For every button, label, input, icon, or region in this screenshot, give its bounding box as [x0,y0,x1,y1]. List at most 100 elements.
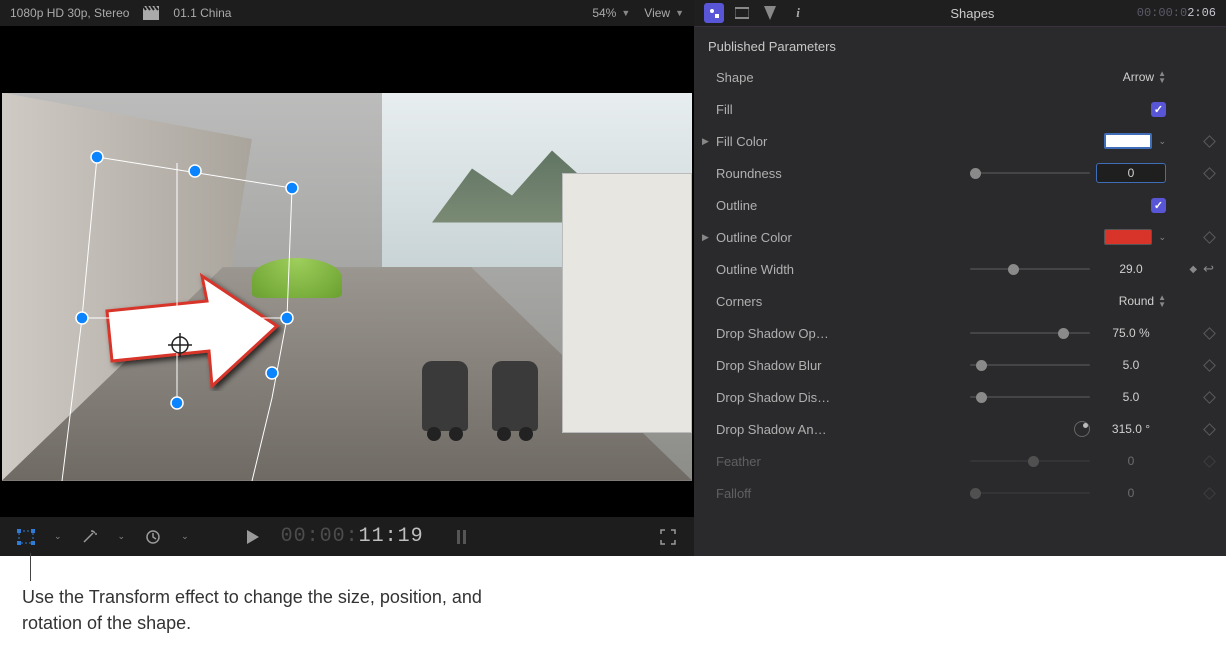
param-label: Roundness [716,166,856,181]
param-fill: Fill ✓ [694,93,1226,125]
param-shape: Shape Arrow▲▼ [694,61,1226,93]
section-published-parameters: Published Parameters [694,31,1226,61]
reset-button[interactable]: ↩ [1203,261,1214,277]
keyframe-button[interactable] [1203,167,1216,180]
param-label: Feather [716,454,856,469]
corners-popup[interactable]: Round▲▼ [1119,294,1166,308]
param-fill-color: ▶ Fill Color ⌄ [694,125,1226,157]
inspector-title: Shapes [816,6,1129,21]
roundness-slider[interactable] [970,166,1090,180]
ds-angle-value[interactable]: 315.0 ° [1096,422,1166,436]
keyframe-button[interactable] [1203,231,1216,244]
updown-icon: ▲▼ [1158,70,1166,84]
param-ds-angle: Drop Shadow An… 315.0 ° [694,413,1226,445]
inspector-panel: i Shapes 00:00:02:06 Published Parameter… [694,0,1226,556]
transform-tool-button[interactable] [14,526,38,548]
retime-tool-button[interactable] [141,526,165,548]
info-inspector-tab[interactable]: i [788,3,808,23]
param-label: Shape [716,70,856,85]
param-label: Outline Color [716,230,856,245]
zoom-menu[interactable]: 54% ▼ [592,6,630,20]
chevron-down-icon[interactable]: ⌄ [1158,232,1166,243]
fullscreen-button[interactable] [656,526,680,548]
roundness-value[interactable]: 0 [1096,163,1166,183]
param-roundness: Roundness 0 [694,157,1226,189]
app-window: 1080p HD 30p, Stereo 01.1 China 54% ▼ Vie… [0,0,1226,556]
param-label: Falloff [716,486,856,501]
canvas-area[interactable] [0,27,694,516]
color-inspector-tab[interactable] [760,3,780,23]
chevron-down-icon: ▼ [621,8,630,18]
outline-width-value[interactable]: 29.0 [1096,262,1166,276]
keyframe-button[interactable] [1203,423,1216,436]
ds-distance-value[interactable]: 5.0 [1096,390,1166,404]
param-outline: Outline ✓ [694,189,1226,221]
video-inspector-tab[interactable] [732,3,752,23]
param-label: Drop Shadow Blur [716,358,856,373]
clapperboard-icon [143,6,159,20]
outline-width-slider[interactable] [970,262,1090,276]
chevron-down-icon[interactable]: ⌄ [118,531,126,542]
ds-opacity-value[interactable]: 75.0 % [1096,326,1166,340]
view-label: View [644,6,670,20]
ds-blur-value[interactable]: 5.0 [1096,358,1166,372]
param-label: Fill [716,102,856,117]
chevron-down-icon[interactable]: ⌄ [54,531,62,542]
fill-color-swatch[interactable] [1104,133,1152,149]
enhance-tool-button[interactable] [78,526,102,548]
shape-arrow[interactable] [97,271,287,391]
viewer-panel: 1080p HD 30p, Stereo 01.1 China 54% ▼ Vie… [0,0,694,556]
param-label: Drop Shadow An… [716,422,856,437]
shape-popup[interactable]: Arrow▲▼ [1123,70,1166,84]
keyframe-button[interactable] [1203,359,1216,372]
param-ds-blur: Drop Shadow Blur 5.0 [694,349,1226,381]
clip-format: 1080p HD 30p, Stereo [10,6,129,20]
param-outline-color: ▶ Outline Color ⌄ [694,221,1226,253]
feather-value: 0 [1096,454,1166,468]
play-button[interactable] [241,526,265,548]
param-label: Outline [716,198,856,213]
inspector-toolbar: i Shapes 00:00:02:06 [694,0,1226,27]
param-label: Corners [716,294,856,309]
feather-slider [970,454,1090,468]
video-frame [2,93,692,481]
falloff-value: 0 [1096,486,1166,500]
prev-keyframe-icon[interactable]: ◆ [1189,264,1197,275]
zoom-value: 54% [592,6,616,20]
inspector-timecode: 00:00:02:06 [1137,6,1216,20]
ds-blur-slider[interactable] [970,358,1090,372]
view-menu[interactable]: View ▼ [644,6,684,20]
chevron-down-icon: ▼ [675,8,684,18]
param-corners: Corners Round▲▼ [694,285,1226,317]
keyframe-button [1203,487,1216,500]
clip-name: 01.1 China [173,6,231,20]
ds-distance-slider[interactable] [970,390,1090,404]
param-falloff: Falloff 0 [694,477,1226,509]
chevron-down-icon[interactable]: ⌄ [1158,136,1166,147]
keyframe-button[interactable] [1203,135,1216,148]
outline-checkbox[interactable]: ✓ [1151,198,1166,213]
generator-inspector-tab[interactable] [704,3,724,23]
param-label: Fill Color [716,134,856,149]
outline-color-swatch[interactable] [1104,229,1152,245]
viewer-toolbar: 1080p HD 30p, Stereo 01.1 China 54% ▼ Vie… [0,0,694,27]
updown-icon: ▲▼ [1158,294,1166,308]
viewer-controls: ⌄ ⌄ ⌄ 00:00:11:19 [0,516,694,556]
param-label: Outline Width [716,262,856,277]
falloff-slider [970,486,1090,500]
param-ds-distance: Drop Shadow Dis… 5.0 [694,381,1226,413]
fill-checkbox[interactable]: ✓ [1151,102,1166,117]
param-label: Drop Shadow Op… [716,326,856,341]
viewer-timecode[interactable]: 00:00:11:19 [281,525,424,548]
callout-line [30,553,31,581]
param-ds-opacity: Drop Shadow Op… 75.0 % [694,317,1226,349]
disclosure-triangle-icon[interactable]: ▶ [702,232,709,243]
disclosure-triangle-icon[interactable]: ▶ [702,136,709,147]
ds-angle-dial[interactable] [1074,421,1090,437]
ds-opacity-slider[interactable] [970,326,1090,340]
keyframe-button[interactable] [1203,327,1216,340]
keyframe-button [1203,455,1216,468]
keyframe-button[interactable] [1203,391,1216,404]
chevron-down-icon[interactable]: ⌄ [181,531,189,542]
param-feather: Feather 0 [694,445,1226,477]
